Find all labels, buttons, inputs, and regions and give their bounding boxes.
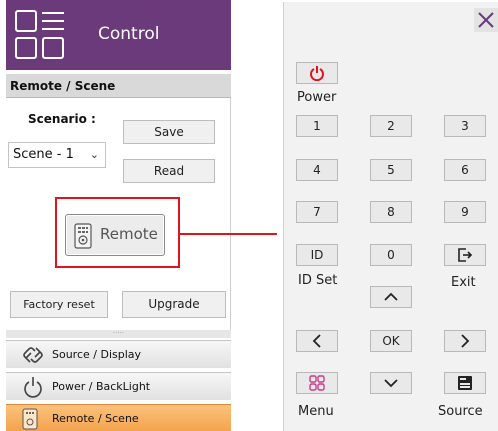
source-label: Source — [438, 404, 483, 419]
section-title: Remote / Scene — [6, 74, 231, 98]
id-set-label: ID Set — [298, 273, 338, 288]
grid-menu-icon[interactable] — [14, 9, 66, 61]
close-icon — [478, 12, 494, 28]
power-button[interactable] — [296, 62, 338, 84]
section-content: Scenario : Scene - 1 ⌄ Save Read Remote … — [6, 98, 231, 330]
key-0[interactable]: 0 — [370, 244, 412, 266]
ok-button[interactable]: OK — [370, 330, 412, 352]
key-4[interactable]: 4 — [296, 159, 338, 181]
save-button[interactable]: Save — [123, 120, 215, 144]
left-button[interactable] — [296, 330, 338, 352]
chevron-down-icon — [384, 379, 398, 388]
callout-connector-line — [180, 233, 277, 235]
scenario-select-value: Scene - 1 — [13, 147, 74, 162]
app-header: Control — [6, 0, 231, 70]
exit-button[interactable] — [444, 244, 486, 266]
splitter-handle[interactable]: ····· — [6, 330, 231, 338]
scenario-label: Scenario : — [28, 112, 96, 126]
power-label: Power — [297, 90, 337, 105]
nav-item-label: Source / Display — [52, 348, 142, 361]
remote-control-icon — [74, 223, 92, 249]
chevron-right-icon — [461, 334, 470, 348]
key-8[interactable]: 8 — [370, 201, 412, 223]
scenario-select[interactable]: Scene - 1 ⌄ — [8, 142, 106, 168]
nav-item-power-backlight[interactable]: Power / BackLight — [6, 372, 231, 400]
menu-label: Menu — [298, 404, 334, 419]
right-button[interactable] — [444, 330, 486, 352]
chevron-down-icon: ⌄ — [89, 148, 99, 161]
nav-item-remote-scene[interactable]: Remote / Scene — [6, 404, 231, 431]
exit-label: Exit — [451, 275, 476, 290]
link-icon — [23, 347, 43, 363]
remote-button[interactable]: Remote — [65, 214, 165, 256]
header-title: Control — [98, 24, 160, 44]
down-button[interactable] — [370, 372, 412, 394]
chevron-up-icon — [384, 292, 398, 301]
key-3[interactable]: 3 — [444, 115, 486, 137]
key-1[interactable]: 1 — [296, 115, 338, 137]
up-button[interactable] — [370, 286, 412, 308]
source-button[interactable] — [444, 372, 486, 394]
nav-item-label: Power / BackLight — [52, 380, 151, 393]
key-2[interactable]: 2 — [370, 115, 412, 137]
remote-button-label: Remote — [100, 225, 158, 243]
read-button[interactable]: Read — [123, 159, 215, 183]
chevron-left-icon — [312, 334, 321, 348]
power-icon — [310, 66, 324, 81]
power-icon — [24, 377, 42, 398]
key-6[interactable]: 6 — [444, 159, 486, 181]
source-icon — [458, 376, 472, 390]
nav-item-source-display[interactable]: Source / Display — [6, 340, 231, 368]
key-5[interactable]: 5 — [370, 159, 412, 181]
remote-control-panel: Power 1 2 3 4 5 6 7 8 9 ID 0 ID Set Exit… — [283, 2, 498, 431]
factory-reset-button[interactable]: Factory reset — [10, 291, 108, 318]
exit-icon — [458, 248, 473, 262]
menu-grid-icon — [309, 375, 325, 391]
upgrade-button[interactable]: Upgrade — [122, 291, 226, 318]
key-id[interactable]: ID — [296, 244, 338, 266]
close-button[interactable] — [474, 8, 498, 32]
nav-item-label: Remote / Scene — [52, 412, 139, 425]
key-9[interactable]: 9 — [444, 201, 486, 223]
remote-control-icon — [22, 408, 38, 430]
control-panel: Control Remote / Scene Scenario : Scene … — [6, 0, 231, 431]
key-7[interactable]: 7 — [296, 201, 338, 223]
menu-button[interactable] — [296, 372, 338, 394]
